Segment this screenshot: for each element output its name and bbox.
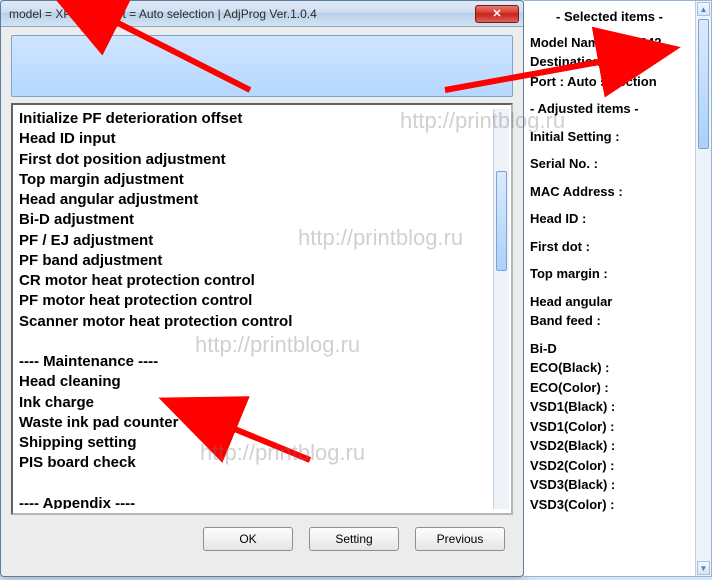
side-scrollbar[interactable]: ▲ ▼ <box>695 1 711 576</box>
close-icon: ✕ <box>492 7 501 20</box>
side-content: - Selected items - Model Name : XP-342 D… <box>524 1 695 576</box>
list-item[interactable]: ---- Appendix ---- <box>19 494 489 509</box>
list-item[interactable]: Head angular adjustment <box>19 190 489 210</box>
previous-button[interactable]: Previous <box>415 527 505 551</box>
list-item[interactable]: CR motor heat protection control <box>19 271 489 291</box>
bid-line: ECO(Black) : <box>530 358 689 378</box>
list-item[interactable]: Scanner motor heat protection control <box>19 312 489 332</box>
ok-button[interactable]: OK <box>203 527 293 551</box>
port-line: Port : Auto selection <box>530 72 689 92</box>
bid-line: ECO(Color) : <box>530 378 689 398</box>
adjustment-list: Initialize PF deterioration offsetHead I… <box>11 103 513 515</box>
side-line: Top margin : <box>530 264 689 284</box>
list-item[interactable]: PIS board check <box>19 453 489 473</box>
side-line: Serial No. : <box>530 154 689 174</box>
close-button[interactable]: ✕ <box>475 5 519 23</box>
list-item[interactable]: PF motor heat protection control <box>19 291 489 311</box>
bid-line: VSD1(Color) : <box>530 417 689 437</box>
bid-line: VSD2(Black) : <box>530 436 689 456</box>
list-item[interactable]: Initialize PF deterioration offset <box>19 109 489 129</box>
list-item[interactable]: Shipping setting <box>19 433 489 453</box>
list-scrollbar[interactable] <box>493 109 509 509</box>
list-content[interactable]: Initialize PF deterioration offsetHead I… <box>19 109 489 509</box>
list-item[interactable] <box>19 474 489 494</box>
scroll-up-icon[interactable]: ▲ <box>697 2 710 16</box>
model-name-line: Model Name : XP-342 <box>530 33 689 53</box>
window-title: model = XP-342 | port = Auto selection |… <box>5 7 475 21</box>
side-panel: - Selected items - Model Name : XP-342 D… <box>524 0 712 577</box>
side-line: MAC Address : <box>530 182 689 202</box>
side-scrollbar-thumb[interactable] <box>698 19 709 149</box>
selected-items-header: - Selected items - <box>530 7 689 27</box>
main-window: model = XP-342 | port = Auto selection |… <box>0 0 524 577</box>
head-angular-line2: Band feed : <box>530 311 689 331</box>
list-item[interactable]: Head ID input <box>19 129 489 149</box>
bid-line: VSD3(Black) : <box>530 475 689 495</box>
title-bar[interactable]: model = XP-342 | port = Auto selection |… <box>1 1 523 27</box>
list-item[interactable]: PF / EJ adjustment <box>19 231 489 251</box>
list-item[interactable]: Bi-D adjustment <box>19 210 489 230</box>
adjusted-items-header: - Adjusted items - <box>530 99 689 119</box>
list-item[interactable]: Waste ink pad counter <box>19 413 489 433</box>
bid-line: VSD3(Color) : <box>530 495 689 515</box>
list-item[interactable] <box>19 332 489 352</box>
info-panel <box>11 35 513 97</box>
list-item[interactable]: Ink charge <box>19 393 489 413</box>
head-angular-line1: Head angular <box>530 292 689 312</box>
side-line: Initial Setting : <box>530 127 689 147</box>
destination-line: Destination : ESP <box>530 52 689 72</box>
list-item[interactable]: First dot position adjustment <box>19 150 489 170</box>
setting-button[interactable]: Setting <box>309 527 399 551</box>
side-line: First dot : <box>530 237 689 257</box>
bid-header: Bi-D <box>530 339 689 359</box>
scroll-down-icon[interactable]: ▼ <box>697 561 710 575</box>
scrollbar-thumb[interactable] <box>496 171 507 271</box>
bid-line: VSD2(Color) : <box>530 456 689 476</box>
list-item[interactable]: ---- Maintenance ---- <box>19 352 489 372</box>
list-item[interactable]: Top margin adjustment <box>19 170 489 190</box>
bid-line: VSD1(Black) : <box>530 397 689 417</box>
list-item[interactable]: PF band adjustment <box>19 251 489 271</box>
list-item[interactable]: Head cleaning <box>19 372 489 392</box>
button-row: OK Setting Previous <box>1 515 523 551</box>
side-line: Head ID : <box>530 209 689 229</box>
